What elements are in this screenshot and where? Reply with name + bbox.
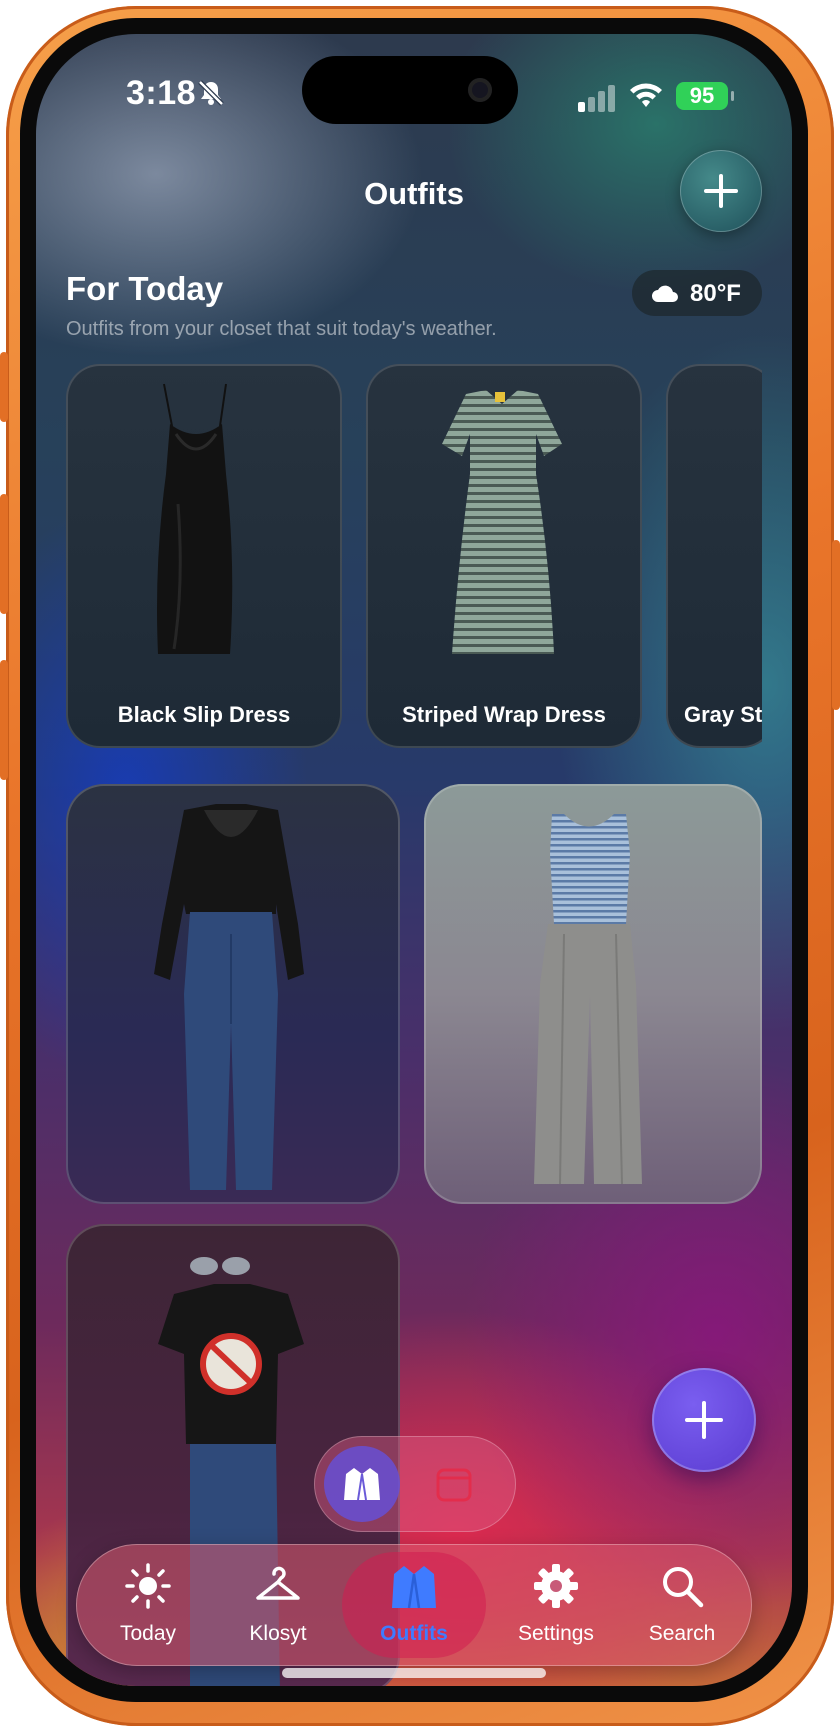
battery-charging-icon: 95: [676, 82, 734, 110]
tab-settings[interactable]: Settings: [492, 1544, 620, 1666]
section-subtitle: Outfits from your closet that suit today…: [66, 318, 497, 340]
cellular-signal-icon: [578, 85, 615, 112]
status-bar: 3:18 95: [36, 34, 792, 154]
outfit-card-striped-wrap-dress[interactable]: Striped Wrap Dress: [366, 364, 642, 748]
plus-icon: [685, 1401, 723, 1439]
tab-today[interactable]: Today: [84, 1544, 212, 1666]
tab-label: Search: [648, 1622, 716, 1645]
tab-label: Outfits: [380, 1622, 448, 1645]
striped-tank-trousers-image: [534, 814, 642, 1185]
sun-icon: [125, 1563, 171, 1609]
calendar-icon[interactable]: [430, 1460, 478, 1508]
plus-icon: [704, 174, 738, 208]
dynamic-island: [302, 56, 518, 124]
weather-badge[interactable]: 80°F: [632, 270, 762, 316]
bell-slash-icon: [198, 80, 224, 106]
outfit-tile-striped-tank-trousers[interactable]: [424, 784, 762, 1204]
tab-klosyt[interactable]: Klosyt: [214, 1544, 342, 1666]
card-label: Striped Wrap Dress: [402, 702, 606, 727]
striped-wrap-dress-image: [442, 390, 562, 654]
tab-label: Klosyt: [249, 1622, 307, 1645]
side-button: [832, 540, 840, 710]
add-floating-button[interactable]: [652, 1368, 756, 1472]
add-outfit-button[interactable]: [680, 150, 762, 232]
battery-level: 95: [689, 83, 715, 108]
screen: 3:18 95 Outfits For Today Outfits from y…: [36, 34, 792, 1686]
action-button: [0, 352, 8, 422]
tab-bar: Today Klosyt Outfits Settings Search: [76, 1544, 752, 1666]
search-icon: [663, 1567, 704, 1608]
gear-icon: [534, 1564, 578, 1608]
page-title: Outfits: [364, 176, 464, 211]
outfit-card-black-slip-dress[interactable]: Black Slip Dress: [66, 364, 342, 748]
camera-icon: [468, 78, 492, 102]
view-toggle-outfits[interactable]: [324, 1446, 400, 1522]
blazer-icon: [392, 1566, 436, 1609]
home-indicator[interactable]: [282, 1668, 546, 1678]
tab-search[interactable]: Search: [618, 1544, 746, 1666]
for-today-carousel[interactable]: Black Slip Dress Striped Wrap Dress Gray…: [66, 364, 762, 750]
outfit-card-gray[interactable]: Gray St: [666, 364, 762, 748]
card-label: Gray St: [684, 702, 762, 727]
status-time: 3:18: [126, 74, 197, 112]
volume-up-button: [0, 494, 8, 614]
weather-temp: 80°F: [690, 280, 741, 307]
black-blouse-jeans-image: [154, 804, 304, 1190]
card-label: Black Slip Dress: [117, 702, 291, 727]
cloud-icon: [652, 285, 678, 302]
tab-outfits[interactable]: Outfits: [342, 1552, 486, 1658]
volume-down-button: [0, 660, 8, 780]
outfit-tile-black-blouse-jeans[interactable]: [66, 784, 400, 1204]
hanger-icon: [256, 1566, 300, 1600]
section-title: For Today: [66, 270, 224, 307]
tab-label: Today: [119, 1622, 177, 1645]
view-toggle[interactable]: [314, 1436, 516, 1532]
tab-label: Settings: [518, 1622, 594, 1645]
blazer-icon: [344, 1468, 380, 1501]
wifi-icon: [630, 83, 662, 107]
black-slip-dress-image: [157, 383, 233, 654]
